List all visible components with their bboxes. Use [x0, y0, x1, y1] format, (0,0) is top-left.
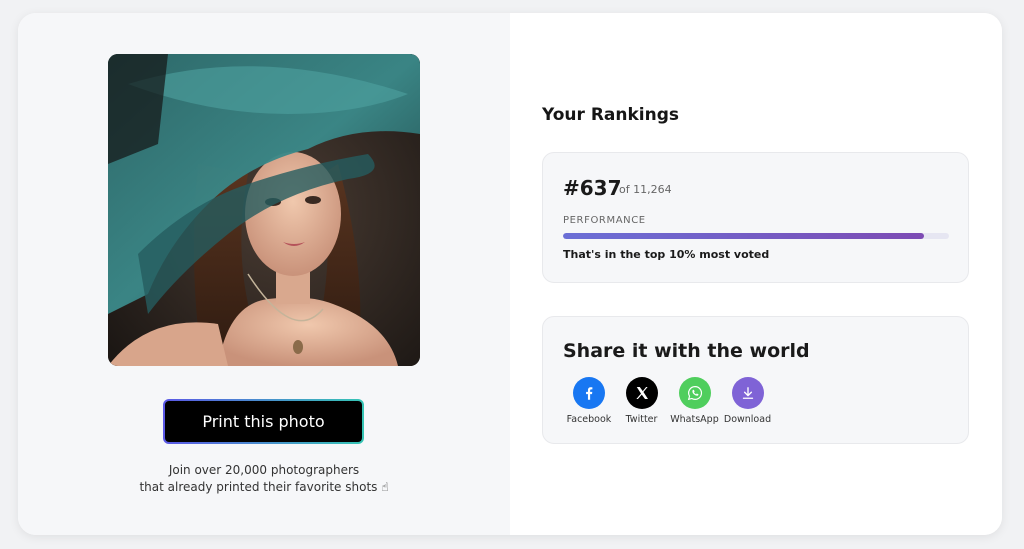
x-icon	[625, 377, 658, 409]
download-icon	[731, 377, 764, 409]
share-label: Download	[723, 414, 772, 425]
share-download-button[interactable]: Download	[721, 377, 774, 425]
rank-total: of 11,264	[619, 183, 672, 196]
rank-panel: #637 of 11,264 PERFORMANCE That's in the…	[542, 152, 969, 283]
performance-bar	[563, 233, 949, 239]
portrait-image	[108, 54, 420, 366]
share-twitter-button[interactable]: Twitter	[615, 377, 668, 425]
share-whatsapp-button[interactable]: WhatsApp	[668, 377, 721, 425]
rank-number: #637	[563, 176, 622, 200]
share-facebook-button[interactable]: Facebook	[563, 377, 615, 425]
rankings-title: Your Rankings	[542, 105, 680, 125]
print-photo-button[interactable]: Print this photo	[163, 399, 364, 444]
performance-label: PERFORMANCE	[563, 215, 646, 226]
share-label: Twitter	[625, 414, 658, 425]
photo-column: Print this photo Join over 20,000 photog…	[18, 13, 510, 535]
share-buttons: Facebook Twitter WhatsApp Download	[563, 377, 774, 425]
share-label: Facebook	[566, 414, 612, 425]
performance-caption: That's in the top 10% most voted	[563, 248, 770, 261]
join-line-2: that already printed their favorite shot…	[139, 480, 389, 494]
join-line-1: Join over 20,000 photographers	[168, 463, 360, 477]
rankings-column: Your Rankings #637 of 11,264 PERFORMANCE…	[510, 13, 1002, 535]
ranking-card: Print this photo Join over 20,000 photog…	[18, 13, 1002, 535]
share-label: WhatsApp	[670, 414, 719, 425]
performance-bar-fill	[563, 233, 924, 239]
join-text: Join over 20,000 photographers that alre…	[18, 462, 510, 496]
facebook-icon	[573, 377, 605, 409]
share-title: Share it with the world	[563, 340, 810, 362]
photo[interactable]	[108, 54, 420, 366]
share-panel: Share it with the world Facebook Twitter	[542, 316, 969, 444]
whatsapp-icon	[678, 377, 711, 409]
